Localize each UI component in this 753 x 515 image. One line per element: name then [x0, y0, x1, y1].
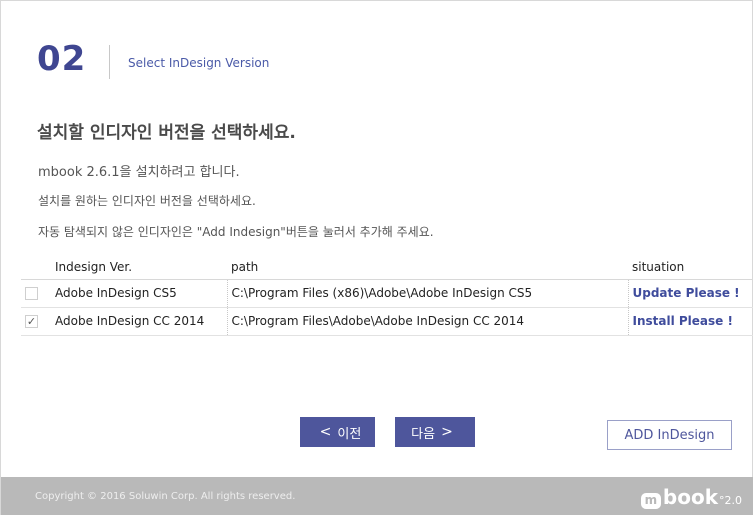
prev-button-label: 이전: [337, 426, 362, 442]
header-path: path: [227, 255, 628, 280]
copyright-text: Copyright © 2016 Soluwin Corp. All right…: [35, 491, 296, 502]
row-situation-cell: Install Please !: [627, 307, 753, 336]
brand-name: book: [662, 485, 718, 509]
brand-version: °2.0: [719, 494, 742, 507]
version-checkbox[interactable]: [25, 287, 38, 300]
footer-bar: Copyright © 2016 Soluwin Corp. All right…: [1, 477, 753, 515]
version-checkbox[interactable]: ✓: [25, 315, 38, 328]
update-please-link[interactable]: Update Please !: [633, 286, 740, 300]
row-situation-cell: Update Please !: [627, 279, 753, 308]
description-line-1: mbook 2.6.1을 설치하려고 합니다.: [38, 165, 240, 180]
m-logo-icon: m: [640, 493, 661, 509]
next-button-label: 다음: [411, 426, 436, 442]
table-header-row: Indesign Ver. path situation: [21, 255, 753, 280]
description-line-2: 설치를 원하는 인디자인 버전을 선택하세요.: [38, 194, 256, 208]
step-number: 02: [37, 39, 87, 79]
row-checkbox-cell: [21, 279, 51, 308]
step-divider: [109, 45, 110, 79]
table-row[interactable]: Adobe InDesign CS5 C:\Program Files (x86…: [21, 279, 753, 308]
header-version: Indesign Ver.: [51, 255, 227, 280]
next-button[interactable]: 다음 >: [395, 417, 475, 447]
row-path: C:\Program Files\Adobe\Adobe InDesign CC…: [226, 307, 628, 336]
row-version: Adobe InDesign CC 2014: [51, 307, 227, 336]
page-heading: 설치할 인디자인 버전을 선택하세요.: [37, 123, 296, 143]
chevron-left-icon: <: [319, 424, 332, 440]
step-title: Select InDesign Version: [128, 56, 270, 70]
row-version: Adobe InDesign CS5: [51, 279, 227, 308]
table-row[interactable]: ✓ Adobe InDesign CC 2014 C:\Program File…: [21, 307, 753, 336]
header-checkbox-col: [21, 255, 51, 280]
row-checkbox-cell: ✓: [21, 307, 51, 336]
row-path: C:\Program Files (x86)\Adobe\Adobe InDes…: [226, 279, 628, 308]
chevron-right-icon: >: [441, 424, 453, 440]
install-please-link[interactable]: Install Please !: [633, 314, 733, 328]
description-line-3: 자동 탐색되지 않은 인디자인은 "Add Indesign"버튼을 눌러서 추…: [38, 225, 434, 239]
brand-logo: m book °2.0: [640, 485, 742, 509]
header-situation: situation: [628, 255, 753, 280]
add-indesign-button[interactable]: ADD InDesign: [607, 420, 732, 450]
installer-window: 02 Select InDesign Version 설치할 인디자인 버전을 …: [0, 0, 753, 515]
version-table: Indesign Ver. path situation Adobe InDes…: [21, 255, 753, 336]
prev-button[interactable]: < 이전: [300, 417, 375, 447]
